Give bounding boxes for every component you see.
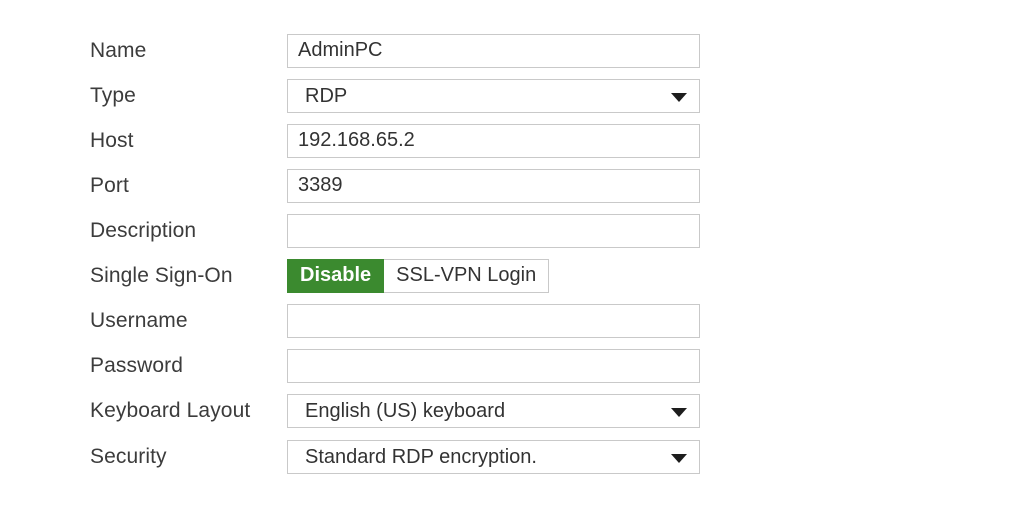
control-port [287, 168, 700, 203]
label-port: Port [90, 174, 129, 197]
username-input[interactable] [287, 303, 700, 338]
sso-option-disable[interactable]: Disable [287, 258, 385, 293]
form-row-description: Description [0, 208, 1024, 253]
control-security: Standard RDP encryption. [287, 439, 700, 474]
keyboard-layout-select[interactable]: English (US) keyboard [287, 393, 700, 428]
control-type: RDP [287, 78, 700, 113]
security-select-value: Standard RDP encryption. [305, 445, 537, 468]
form-row-port: Port [0, 163, 1024, 208]
connection-settings-form: Name Type RDP Host Port Description [0, 0, 1024, 511]
type-select[interactable]: RDP [287, 78, 700, 113]
label-username: Username [90, 309, 188, 332]
label-keyboard-layout: Keyboard Layout [90, 399, 251, 422]
form-row-username: Username [0, 298, 1024, 343]
sso-option-ssl-vpn-login[interactable]: SSL-VPN Login [384, 258, 550, 293]
name-input[interactable] [287, 33, 700, 68]
host-input[interactable] [287, 123, 700, 158]
form-row-single-sign-on: Single Sign-On Disable SSL-VPN Login [0, 253, 1024, 298]
chevron-down-icon [671, 92, 687, 102]
port-input[interactable] [287, 168, 700, 203]
label-description: Description [90, 219, 197, 242]
label-host: Host [90, 129, 134, 152]
label-password: Password [90, 354, 184, 377]
control-keyboard-layout: English (US) keyboard [287, 393, 700, 428]
control-host [287, 123, 700, 158]
password-input[interactable] [287, 348, 700, 383]
form-row-host: Host [0, 118, 1024, 163]
form-row-keyboard-layout: Keyboard Layout English (US) keyboard [0, 388, 1024, 433]
control-description [287, 213, 700, 248]
chevron-down-icon [671, 407, 687, 417]
label-type: Type [90, 84, 136, 107]
keyboard-layout-select-value: English (US) keyboard [305, 399, 506, 422]
label-security: Security [90, 445, 167, 468]
chevron-down-icon [671, 453, 687, 463]
form-row-security: Security Standard RDP encryption. [0, 434, 1024, 479]
security-select[interactable]: Standard RDP encryption. [287, 439, 700, 474]
form-row-name: Name [0, 28, 1024, 73]
control-username [287, 303, 700, 338]
single-sign-on-segmented-control: Disable SSL-VPN Login [287, 258, 550, 293]
description-input[interactable] [287, 213, 700, 248]
type-select-value: RDP [305, 84, 348, 107]
control-name [287, 33, 700, 68]
control-single-sign-on: Disable SSL-VPN Login [287, 258, 550, 293]
form-row-type: Type RDP [0, 73, 1024, 118]
control-password [287, 348, 700, 383]
label-single-sign-on: Single Sign-On [90, 264, 233, 287]
label-name: Name [90, 39, 147, 62]
form-row-password: Password [0, 343, 1024, 388]
